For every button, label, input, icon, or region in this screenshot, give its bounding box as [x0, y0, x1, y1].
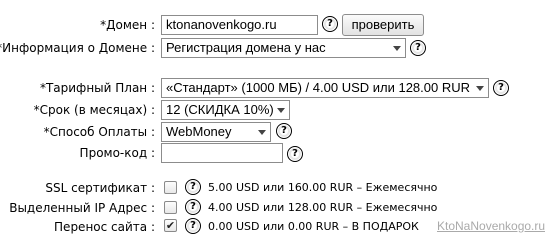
dedicated-ip-label: Выделенный IP Адрес :	[9, 201, 155, 215]
tariff-value: «Стандарт» (1000 МБ) / 4.00 USD или 128.…	[166, 80, 471, 95]
tariff-label: *Тарифный План :	[39, 81, 155, 95]
promo-input[interactable]	[161, 143, 283, 163]
payment-label: *Способ Оплаты :	[43, 125, 155, 139]
chevron-down-icon	[277, 108, 285, 113]
payment-value: WebMoney	[166, 124, 232, 139]
ssl-checkbox[interactable]	[164, 181, 177, 194]
ssl-help-icon[interactable]: ?	[185, 179, 201, 195]
domain-input[interactable]: ktonanovenkogo.ru	[161, 15, 318, 35]
tariff-help-icon[interactable]: ?	[493, 80, 509, 96]
chevron-down-icon	[393, 46, 401, 51]
checkmark-icon: ✔	[165, 219, 176, 232]
dedicated-ip-checkbox[interactable]	[164, 201, 177, 214]
promo-label: Промо-код :	[79, 146, 155, 160]
domain-info-label: *Информация о Домене :	[0, 41, 155, 55]
check-domain-button[interactable]: проверить	[342, 14, 424, 36]
promo-help-icon[interactable]: ?	[287, 146, 303, 162]
watermark-text: KtoNaNovenkogo.ru	[437, 219, 545, 233]
dedicated-ip-help-icon[interactable]: ?	[185, 199, 201, 215]
site-transfer-help-icon[interactable]: ?	[185, 218, 201, 234]
ssl-price: 5.00 USD или 160.00 RUR – Ежемесячно	[208, 181, 438, 194]
domain-label: *Домен :	[100, 18, 155, 32]
payment-select[interactable]: WebMoney	[161, 122, 271, 142]
domain-help-icon[interactable]: ?	[322, 16, 338, 32]
domain-info-value: Регистрация домена у нас	[166, 40, 326, 55]
domain-info-select[interactable]: Регистрация домена у нас	[161, 38, 406, 58]
term-label: *Срок (в месяцах) :	[33, 103, 155, 117]
term-select[interactable]: 12 (СКИДКА 10%)	[161, 100, 290, 120]
chevron-down-icon	[476, 86, 484, 91]
domain-info-help-icon[interactable]: ?	[410, 40, 426, 56]
site-transfer-checkbox[interactable]: ✔	[164, 219, 177, 232]
tariff-select[interactable]: «Стандарт» (1000 МБ) / 4.00 USD или 128.…	[161, 78, 489, 98]
dedicated-ip-price: 4.00 USD или 128.00 RUR – Ежемесячно	[208, 201, 438, 214]
chevron-down-icon	[258, 130, 266, 135]
site-transfer-label: Перенос сайта :	[54, 220, 155, 234]
site-transfer-price: 0.00 USD или 0.00 RUR – В ПОДАРОК	[208, 220, 419, 233]
term-value: 12 (СКИДКА 10%)	[166, 102, 274, 117]
ssl-label: SSL сертификат :	[45, 181, 155, 195]
payment-help-icon[interactable]: ?	[276, 123, 292, 139]
